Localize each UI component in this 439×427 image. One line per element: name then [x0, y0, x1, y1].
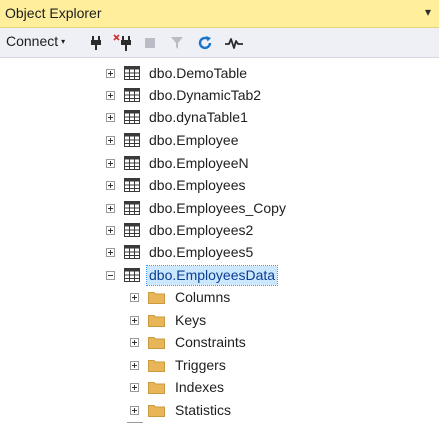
tree-node-label[interactable]: dbo.EmployeeN [147, 154, 251, 173]
tree-node-table[interactable]: dbo.Employees5 [106, 241, 255, 263]
table-grid-icon [124, 110, 140, 124]
tree-node-label[interactable]: Constraints [173, 333, 248, 352]
tree-node-label[interactable]: dbo.DemoTable [147, 64, 249, 83]
table-grid-icon [124, 88, 140, 102]
window-title: Object Explorer [5, 5, 102, 21]
tree-node-label[interactable]: Statistics [173, 401, 233, 420]
tree-node-table[interactable]: dbo.Employees [106, 174, 248, 196]
tree-node-table[interactable]: dbo.DemoTable [106, 62, 249, 84]
expand-plus-icon[interactable] [106, 135, 115, 145]
expand-plus-icon[interactable] [106, 180, 115, 190]
folder-icon [148, 358, 165, 372]
tree-node-label[interactable]: Keys [173, 311, 208, 330]
expand-plus-icon[interactable] [106, 158, 115, 168]
folder-icon [148, 335, 165, 349]
table-grid-icon [124, 66, 140, 80]
tree-node-table[interactable]: dbo.Employees_Copy [106, 197, 288, 219]
expand-plus-icon[interactable] [106, 247, 115, 257]
folder-icon [148, 290, 165, 304]
expand-plus-icon[interactable] [106, 90, 115, 100]
expand-plus-icon[interactable] [130, 382, 139, 392]
object-explorer-window: Object Explorer ▾ Connect ▾ dbo.DemoTabl… [0, 0, 439, 427]
tree-node-label[interactable]: Columns [173, 288, 232, 307]
tree-node-folder[interactable]: Triggers [130, 354, 228, 376]
disconnect-plug-icon[interactable] [113, 34, 135, 52]
tree-node-folder[interactable]: Keys [130, 309, 208, 331]
tree-node-table[interactable]: dbo.DynamicTab2 [106, 84, 263, 106]
expand-plus-icon[interactable] [106, 203, 115, 213]
expand-plus-icon[interactable] [130, 292, 139, 302]
tree-node-label[interactable]: dbo.Employees2 [147, 221, 255, 240]
collapse-minus-icon[interactable] [106, 270, 115, 280]
table-grid-icon [124, 223, 140, 237]
tree-node-label[interactable]: dbo.Employees5 [147, 243, 255, 262]
title-bar[interactable]: Object Explorer ▾ [0, 0, 439, 28]
window-menu-dropdown-icon[interactable]: ▾ [425, 6, 431, 18]
table-grid-icon [124, 201, 140, 215]
tree-node-label[interactable]: Triggers [173, 356, 228, 375]
tree-node-folder[interactable]: Statistics [130, 399, 233, 421]
connect-plug-icon[interactable] [87, 34, 105, 52]
tree-node-table[interactable]: dbo.dynaTable1 [106, 106, 250, 128]
expand-plus-icon[interactable] [106, 112, 115, 122]
stop-icon[interactable] [141, 34, 159, 52]
expand-plus-icon[interactable] [130, 405, 139, 415]
tree-node-label[interactable]: Indexes [173, 378, 226, 397]
chevron-down-icon: ▾ [61, 36, 66, 46]
tree-node-folder[interactable]: Columns [130, 286, 232, 308]
connect-button[interactable]: Connect ▾ [6, 33, 65, 49]
table-grid-icon [124, 133, 140, 147]
toolbar: Connect ▾ [0, 28, 439, 58]
tree-node-table[interactable]: dbo.EmployeeN [106, 152, 251, 174]
tree-node-table[interactable]: dbo.Employees2 [106, 219, 255, 241]
expand-plus-icon[interactable] [130, 315, 139, 325]
activity-monitor-icon[interactable] [223, 34, 245, 52]
tree-node-label[interactable]: dbo.Employees [147, 176, 248, 195]
folder-icon [148, 403, 165, 417]
tree-node-table-selected[interactable]: dbo.EmployeesData [106, 264, 279, 286]
expand-plus-icon[interactable] [106, 225, 115, 235]
tree-node-folder[interactable]: Indexes [130, 376, 226, 398]
partial-tree-node-edge [127, 422, 143, 427]
tree-node-label[interactable]: dbo.DynamicTab2 [147, 86, 263, 105]
folder-icon [148, 313, 165, 327]
table-grid-icon [124, 245, 140, 259]
expand-plus-icon[interactable] [106, 68, 115, 78]
table-grid-icon [124, 156, 140, 170]
table-grid-icon [124, 178, 140, 192]
folder-icon [148, 380, 165, 394]
expand-plus-icon[interactable] [130, 360, 139, 370]
tree-node-label[interactable]: dbo.Employee [147, 131, 241, 150]
expand-plus-icon[interactable] [130, 337, 139, 347]
tree-node-folder[interactable]: Constraints [130, 331, 248, 353]
connect-button-label: Connect [6, 33, 59, 49]
tree-node-table[interactable]: dbo.Employee [106, 129, 241, 151]
tree-node-label-selected[interactable]: dbo.EmployeesData [145, 264, 279, 286]
table-grid-icon [124, 268, 140, 282]
tree-node-label[interactable]: dbo.dynaTable1 [147, 108, 250, 127]
tree-node-label[interactable]: dbo.Employees_Copy [147, 199, 288, 218]
object-tree: dbo.DemoTable dbo.DynamicTab2 dbo.dynaTa… [0, 58, 439, 427]
filter-icon[interactable] [168, 34, 186, 52]
refresh-icon[interactable] [196, 34, 214, 52]
